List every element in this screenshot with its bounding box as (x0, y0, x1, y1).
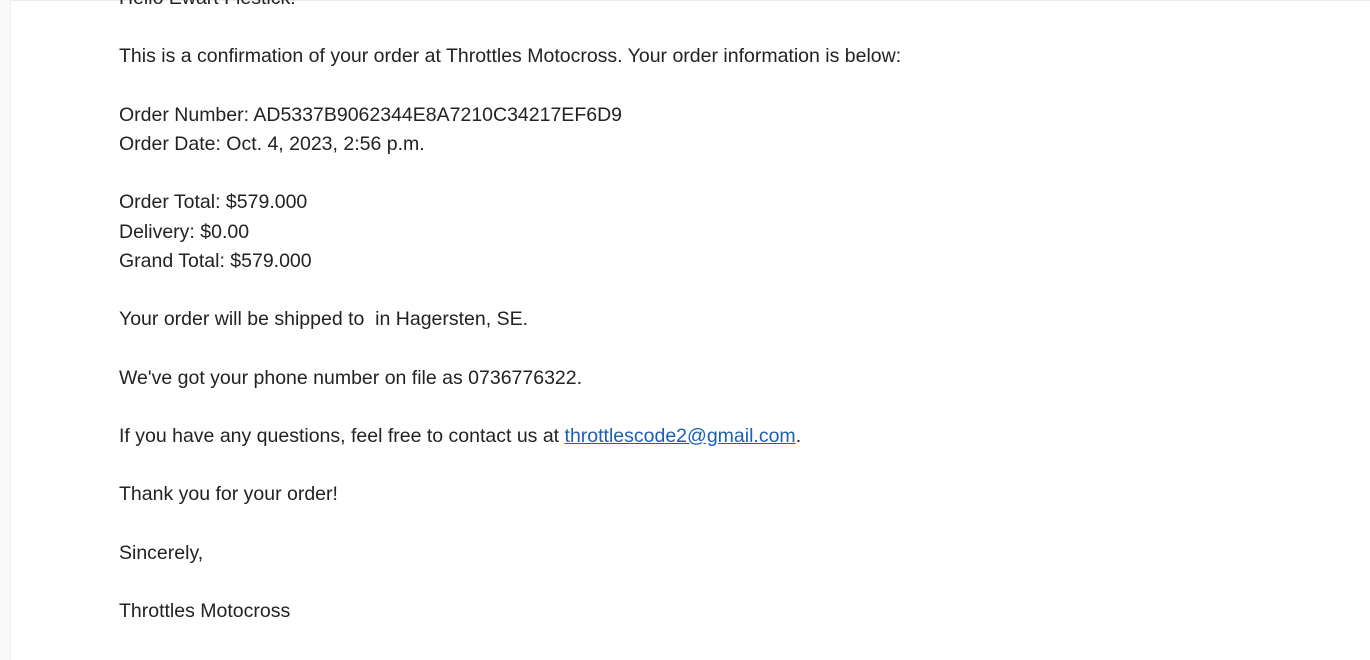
order-date: Order Date: Oct. 4, 2023, 2:56 p.m. (119, 132, 425, 155)
email-viewer: Hello Ewart Flestick! This is a confirma… (0, 0, 1370, 660)
shipping-info: Your order will be shipped to in Hagerst… (119, 308, 529, 331)
contact-email-link[interactable]: throttlescode2@gmail.com (565, 425, 796, 447)
intro-text: This is a confirmation of your order at … (119, 45, 902, 68)
contact-suffix: . (795, 424, 802, 447)
closing-text: Sincerely, (119, 541, 204, 564)
contact-line: If you have any questions, feel free to … (119, 422, 1269, 451)
order-total: Order Total: $579.000 (119, 191, 308, 214)
contact-prefix: If you have any questions, feel free to … (119, 424, 565, 447)
grand-total: Grand Total: $579.000 (119, 249, 312, 272)
phone-info: We've got your phone number on file as 0… (119, 366, 583, 389)
email-body: Hello Ewart Flestick! This is a confirma… (119, 0, 1269, 626)
order-number: Order Number: AD5337B9062344E8A7210C3421… (119, 103, 623, 126)
delivery-cost: Delivery: $0.00 (119, 220, 250, 243)
email-message-panel[interactable]: Hello Ewart Flestick! This is a confirma… (11, 0, 1370, 660)
thanks-text: Thank you for your order! (119, 483, 338, 506)
greeting-text: Hello Ewart Flestick! (119, 0, 1269, 13)
signature-text: Throttles Motocross (119, 600, 291, 623)
